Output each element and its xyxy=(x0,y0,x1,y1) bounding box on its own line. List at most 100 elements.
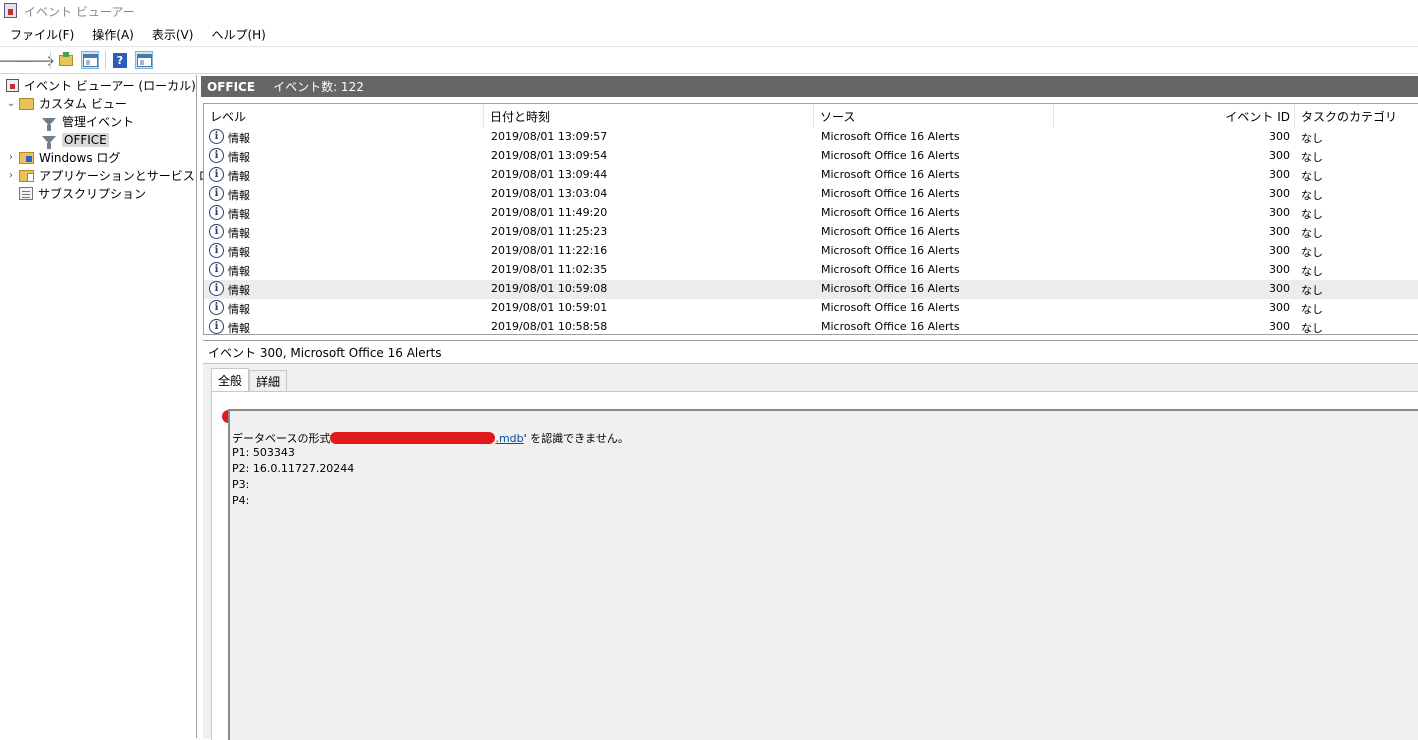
table-row[interactable]: i 情報 2019/08/01 11:49:20 Microsoft Office 1… xyxy=(204,204,1418,223)
info-icon: i xyxy=(209,262,224,277)
menu-view[interactable]: 表示(V) xyxy=(142,23,202,44)
tree-item-label: OFFICE xyxy=(62,132,109,147)
info-icon: i xyxy=(209,281,224,296)
chevron-right-icon[interactable]: › xyxy=(6,152,16,163)
chevron-down-icon[interactable]: ⌄ xyxy=(6,98,16,109)
table-row[interactable]: i 情報 2019/08/01 10:59:01 Microsoft Office 1… xyxy=(204,299,1418,318)
subscription-icon xyxy=(19,187,33,200)
table-row[interactable]: i 情報 2019/08/01 13:09:57 Microsoft Office 1… xyxy=(204,128,1418,147)
tree-item-label: 管理イベント xyxy=(62,115,135,129)
file-link[interactable]: .mdb xyxy=(495,432,523,445)
event-category: なし xyxy=(1301,322,1323,335)
menu-action[interactable]: 操作(A) xyxy=(82,23,142,44)
table-row[interactable]: i 情報 2019/08/01 13:09:54 Microsoft Office 1… xyxy=(204,147,1418,166)
column-header-task-category[interactable]: タスクのカテゴリ xyxy=(1295,104,1418,128)
title-bar: イベント ビューアー xyxy=(0,0,1418,22)
tree-item-subscriptions[interactable]: サブスクリプション xyxy=(19,185,146,202)
tab-general[interactable]: 全般 xyxy=(211,368,250,391)
event-count: イベント数: 122 xyxy=(273,80,364,94)
event-source: Microsoft Office 16 Alerts xyxy=(821,301,960,314)
message-p1: P1: 503343 xyxy=(232,446,295,459)
event-source: Microsoft Office 16 Alerts xyxy=(821,149,960,162)
message-p4: P4: xyxy=(232,494,250,507)
table-row[interactable]: i 情報 2019/08/01 11:02:35 Microsoft Office 1… xyxy=(204,261,1418,280)
column-header-source[interactable]: ソース xyxy=(814,104,1054,128)
tab-details[interactable]: 詳細 xyxy=(249,370,288,391)
general-tab-pane: データベースの形式 .mdb' を認識できません。 P1: 503343 P2: … xyxy=(211,391,1418,740)
column-header-level[interactable]: レベル xyxy=(204,104,484,128)
tree-item-app-service-logs[interactable]: › アプリケーションとサービス ログ xyxy=(6,167,223,184)
event-level: 情報 xyxy=(228,170,250,183)
toolbar-separator xyxy=(50,51,51,69)
event-level: 情報 xyxy=(228,189,250,202)
table-row[interactable]: i 情報 2019/08/01 10:58:58 Microsoft Office 1… xyxy=(204,318,1418,335)
menu-bar: ファイル(F) 操作(A) 表示(V) ヘルプ(H) xyxy=(0,23,1418,44)
event-level: 情報 xyxy=(228,227,250,240)
table-row[interactable]: i 情報 2019/08/01 13:09:44 Microsoft Office 1… xyxy=(204,166,1418,185)
tree-item-root[interactable]: イベント ビューアー (ローカル) xyxy=(6,77,196,94)
info-icon: i xyxy=(209,167,224,182)
event-level: 情報 xyxy=(228,246,250,259)
console-tree-icon[interactable] xyxy=(81,51,99,69)
tree-item-label: イベント ビューアー (ローカル) xyxy=(24,79,196,93)
event-viewer-icon xyxy=(6,79,19,92)
action-pane-icon[interactable] xyxy=(135,51,153,69)
column-header-datetime[interactable]: 日付と時刻 xyxy=(484,104,814,128)
message-p2: P2: 16.0.11727.20244 xyxy=(232,462,355,475)
event-category: なし xyxy=(1301,170,1323,183)
open-folder-icon[interactable] xyxy=(57,51,75,69)
help-icon[interactable]: ? xyxy=(111,51,129,69)
event-source: Microsoft Office 16 Alerts xyxy=(821,225,960,238)
message-p3: P3: xyxy=(232,478,250,491)
event-id: 300 xyxy=(1269,244,1290,257)
folder-icon xyxy=(19,169,34,182)
event-source: Microsoft Office 16 Alerts xyxy=(821,282,960,295)
window-title: イベント ビューアー xyxy=(24,5,135,19)
folder-icon xyxy=(19,151,34,164)
toolbar-separator xyxy=(105,51,106,69)
event-datetime: 2019/08/01 13:09:57 xyxy=(491,130,608,143)
tree-item-office[interactable]: OFFICE xyxy=(42,131,109,149)
chevron-right-icon[interactable]: › xyxy=(6,170,16,181)
event-category: なし xyxy=(1301,189,1323,202)
toolbar: 🡐 🡒 ? xyxy=(0,46,1418,74)
tree-item-windows-logs[interactable]: › Windows ログ xyxy=(6,149,120,166)
event-source: Microsoft Office 16 Alerts xyxy=(821,244,960,257)
tree-item-label: Windows ログ xyxy=(39,151,121,165)
event-datetime: 2019/08/01 11:02:35 xyxy=(491,263,608,276)
tree-item-label: アプリケーションとサービス ログ xyxy=(39,169,223,183)
forward-arrow-icon[interactable]: 🡒 xyxy=(15,51,55,70)
tree-item-admin-events[interactable]: 管理イベント xyxy=(42,113,135,131)
event-category: なし xyxy=(1301,208,1323,221)
table-row[interactable]: i 情報 2019/08/01 11:22:16 Microsoft Office 1… xyxy=(204,242,1418,261)
log-title: OFFICE xyxy=(207,79,256,94)
event-datetime: 2019/08/01 11:49:20 xyxy=(491,206,608,219)
event-category: なし xyxy=(1301,151,1323,164)
event-datetime: 2019/08/01 11:25:23 xyxy=(491,225,608,238)
event-detail-header: イベント 300, Microsoft Office 16 Alerts xyxy=(203,340,1418,363)
tree-item-label: サブスクリプション xyxy=(38,187,147,201)
info-icon: i xyxy=(209,319,224,334)
tree-item-label: カスタム ビュー xyxy=(39,97,127,111)
event-id: 300 xyxy=(1269,206,1290,219)
message-suffix: ' を認識できません。 xyxy=(523,432,629,445)
event-datetime: 2019/08/01 10:59:01 xyxy=(491,301,608,314)
tree-item-custom-views[interactable]: ⌄ カスタム ビュー xyxy=(6,95,127,112)
event-message-box[interactable]: データベースの形式 .mdb' を認識できません。 P1: 503343 P2: … xyxy=(228,409,1418,740)
event-id: 300 xyxy=(1269,168,1290,181)
menu-file[interactable]: ファイル(F) xyxy=(0,23,82,44)
event-level: 情報 xyxy=(228,208,250,221)
table-row[interactable]: i 情報 2019/08/01 10:59:08 Microsoft Office 1… xyxy=(204,280,1418,299)
event-id: 300 xyxy=(1269,187,1290,200)
column-header-event-id[interactable]: イベント ID xyxy=(1054,104,1295,128)
event-id: 300 xyxy=(1269,130,1290,143)
menu-help[interactable]: ヘルプ(H) xyxy=(201,23,273,44)
detail-tabs: 全般 詳細 xyxy=(211,368,288,392)
event-level: 情報 xyxy=(228,151,250,164)
event-list[interactable]: レベル 日付と時刻 ソース イベント ID タスクのカテゴリ i 情報 2019/0… xyxy=(203,103,1418,335)
event-source: Microsoft Office 16 Alerts xyxy=(821,206,960,219)
event-category: なし xyxy=(1301,284,1323,297)
table-row[interactable]: i 情報 2019/08/01 11:25:23 Microsoft Office 1… xyxy=(204,223,1418,242)
table-row[interactable]: i 情報 2019/08/01 13:03:04 Microsoft Office 1… xyxy=(204,185,1418,204)
folder-icon xyxy=(19,97,34,110)
